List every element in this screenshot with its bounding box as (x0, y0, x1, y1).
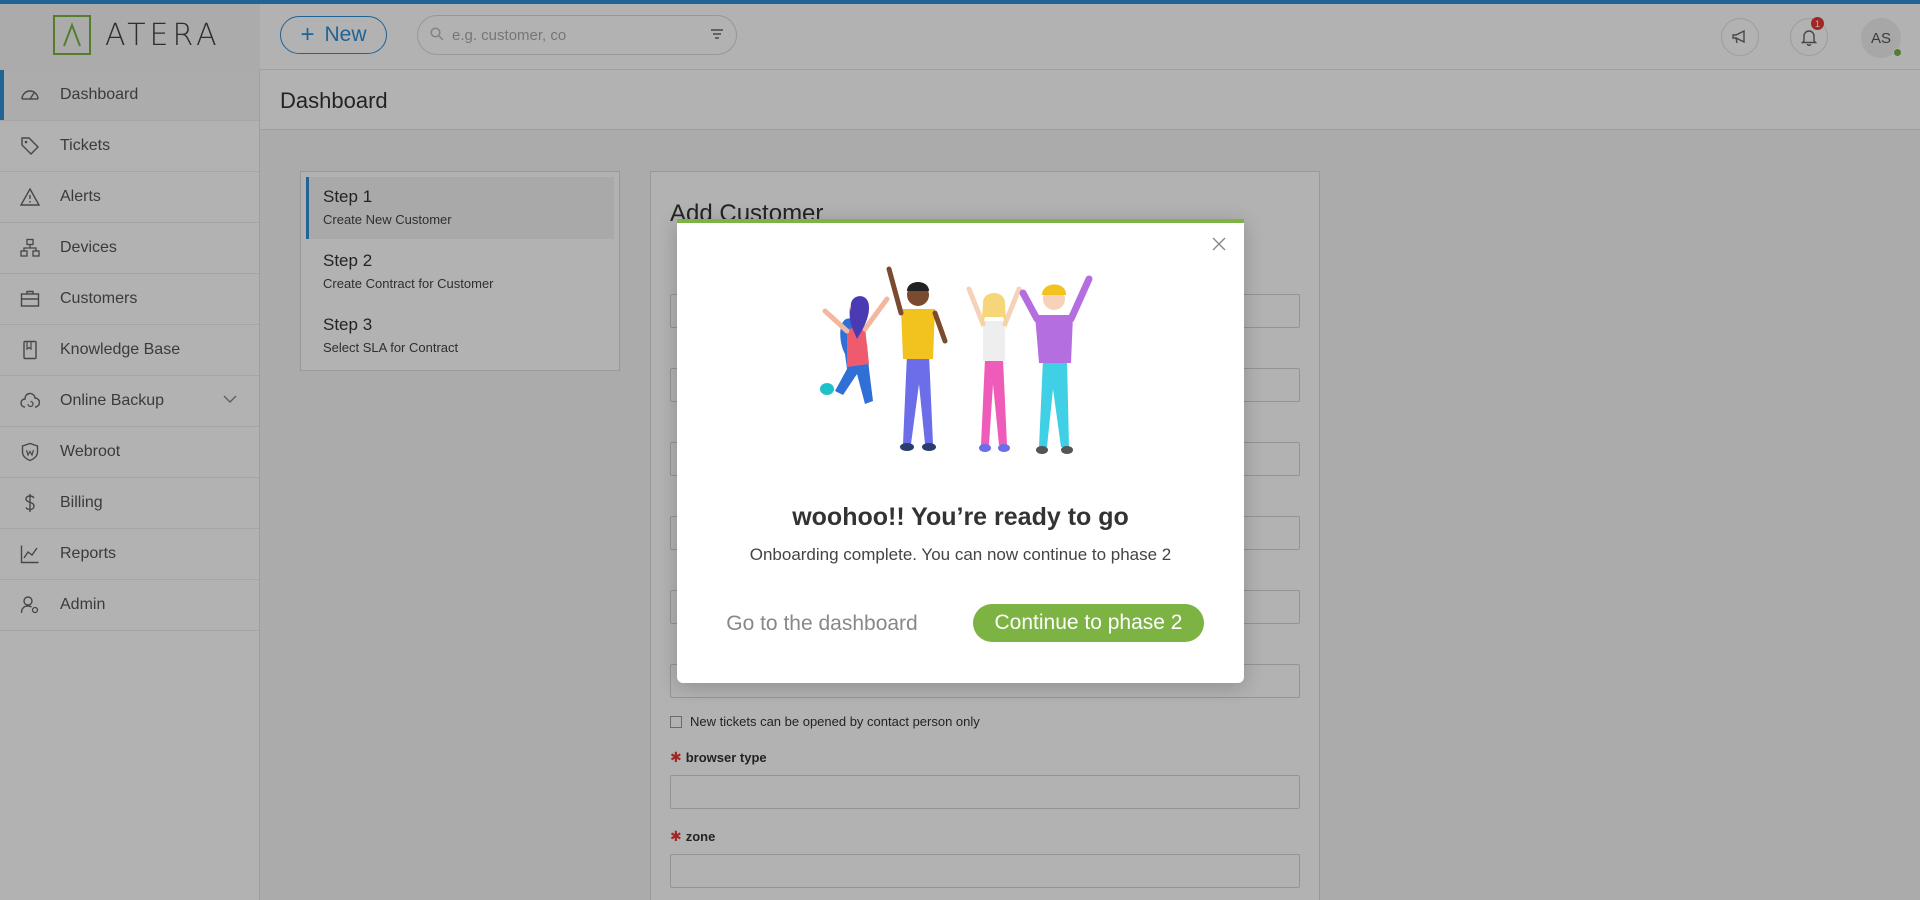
modal-subtitle: Onboarding complete. You can now continu… (749, 545, 1172, 564)
modal-title: woohoo!! You’re ready to go (792, 503, 1129, 531)
celebration-illustration (820, 266, 1093, 454)
close-icon[interactable] (1210, 235, 1228, 253)
onboarding-complete-modal: woohoo!! You’re ready to go Onboarding c… (677, 219, 1244, 683)
continue-to-phase-2-button[interactable]: Continue to phase 2 (973, 604, 1204, 642)
go-to-dashboard-button[interactable]: Go to the dashboard (717, 605, 927, 643)
